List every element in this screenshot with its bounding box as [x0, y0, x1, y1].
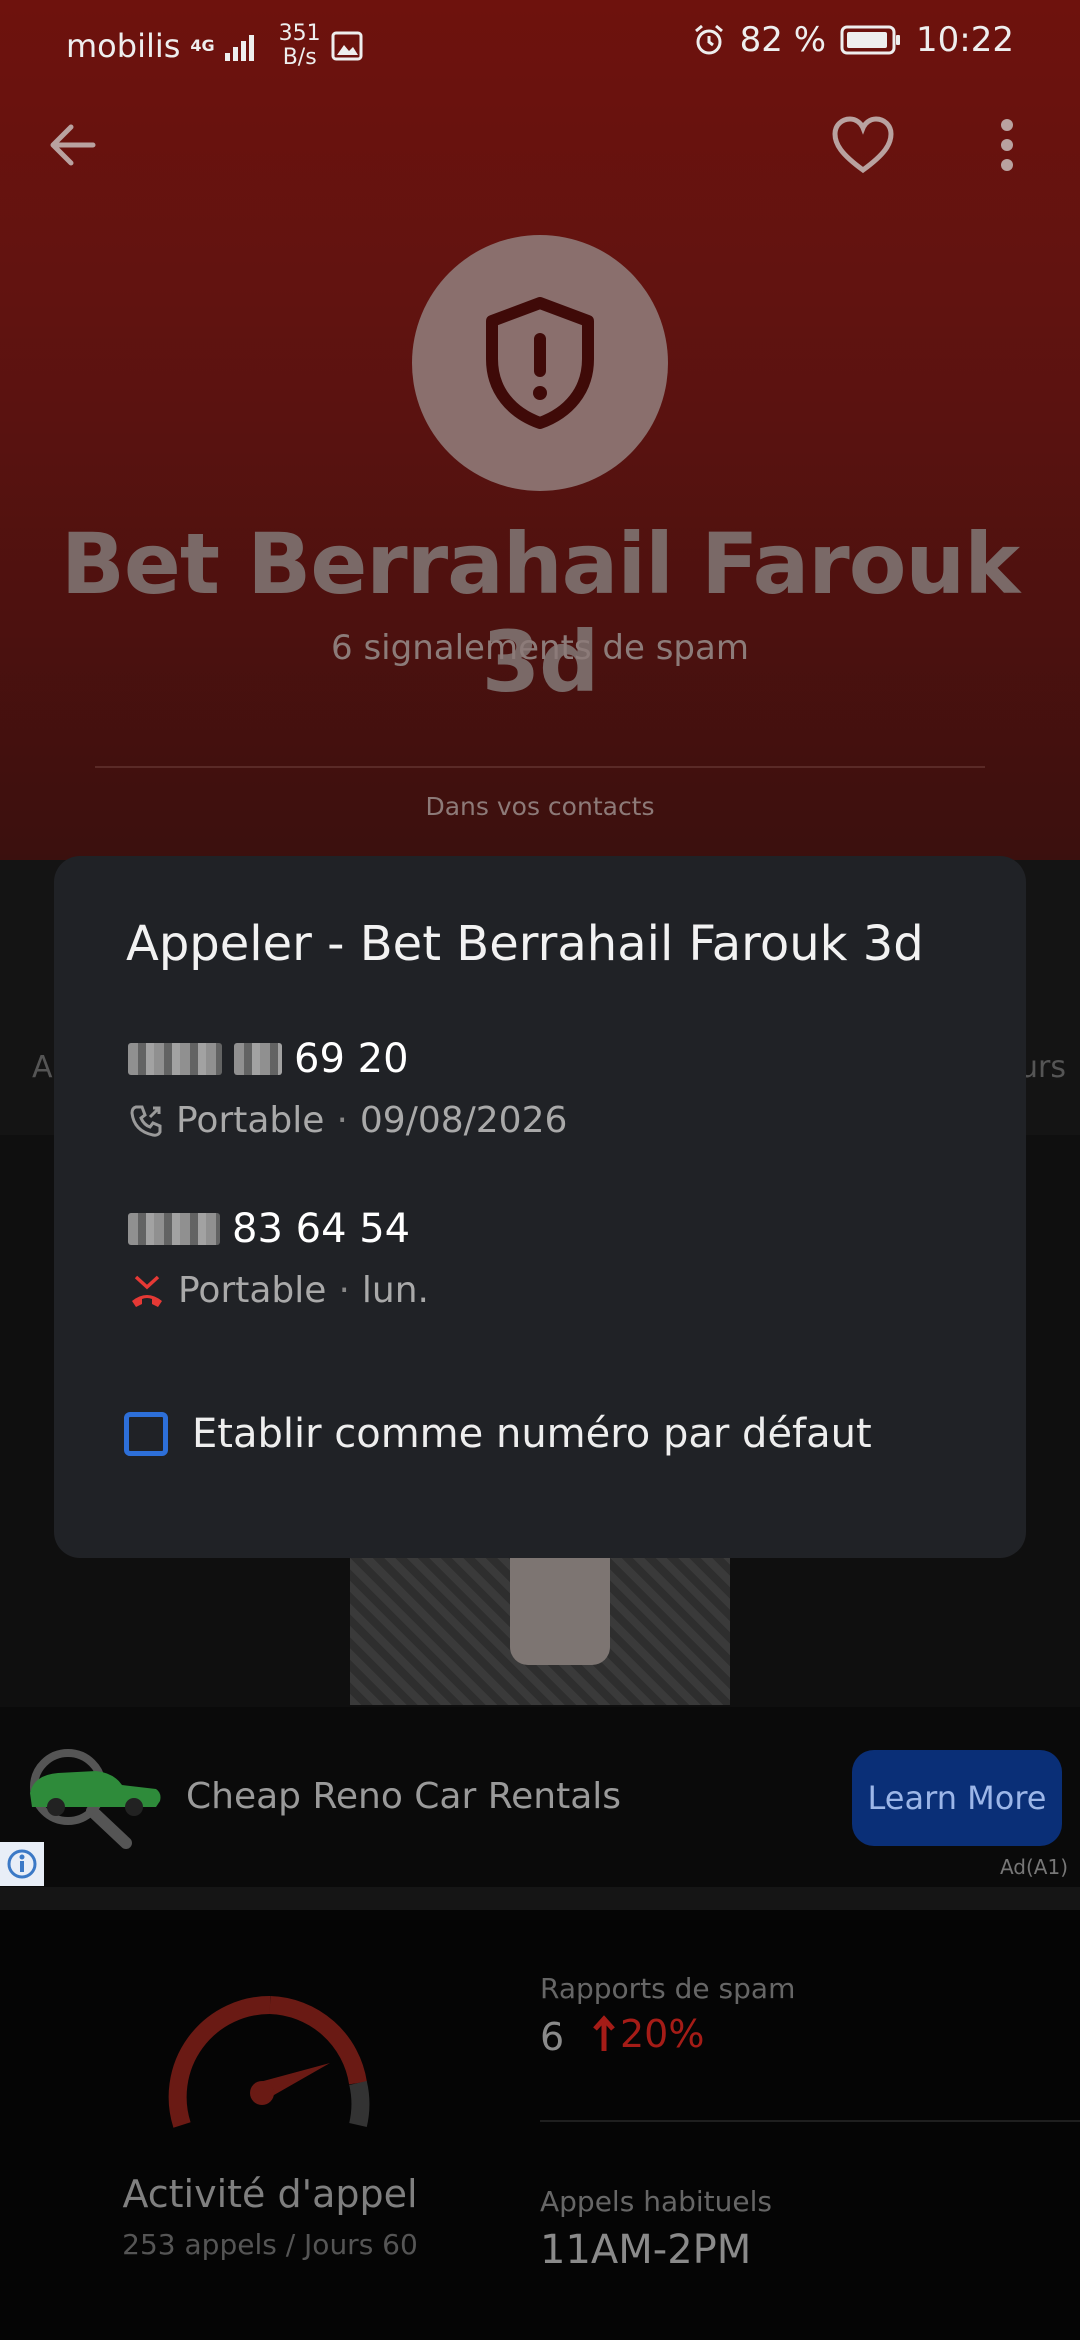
- heart-icon: [832, 116, 894, 174]
- battery-icon: [840, 25, 901, 55]
- phone-number: 83 64 54: [232, 1206, 411, 1252]
- call-activity-gauge-icon: [160, 1975, 380, 2175]
- action-label-left: A: [32, 1050, 53, 1085]
- clock: 10:22: [916, 20, 1014, 60]
- spam-avatar: [412, 235, 668, 491]
- spam-report-count: 6 signalements de spam: [331, 628, 749, 668]
- more-options-button[interactable]: [972, 110, 1042, 180]
- spam-trend: 20%: [592, 2012, 704, 2056]
- alarm-icon: [694, 24, 723, 55]
- net-speed: 351 B/s: [278, 21, 321, 70]
- usual-calls-label: Appels habituels: [540, 2185, 772, 2218]
- stats-divider: [540, 2120, 1080, 2122]
- contact-name: Bet Berrahail Farouk 3d: [60, 515, 1020, 711]
- last-call-date: lun.: [361, 1270, 429, 1311]
- ad-tag: Ad(A1): [999, 1855, 1068, 1879]
- redacted-digits: [128, 1043, 222, 1075]
- header-divider: [95, 766, 985, 768]
- call-activity-label: Activité d'appel: [122, 2172, 418, 2216]
- set-default-label: Etablir comme numéro par défaut: [192, 1411, 872, 1457]
- spam-trend-value: 20%: [620, 2012, 705, 2056]
- shield-alert-icon: [486, 297, 594, 429]
- favorite-button[interactable]: [828, 110, 898, 180]
- content-image: [350, 1555, 730, 1705]
- spam-reports-value: 6: [540, 2015, 565, 2059]
- learn-more-button[interactable]: Learn More: [852, 1750, 1062, 1846]
- phone-number: 69 20: [294, 1036, 409, 1082]
- set-default-option[interactable]: Etablir comme numéro par défaut: [124, 1411, 872, 1457]
- number-type: Portable: [176, 1100, 325, 1141]
- section-divider: [0, 1887, 1080, 1910]
- number-type: Portable: [178, 1270, 327, 1311]
- ad-info-icon[interactable]: [0, 1842, 44, 1886]
- action-label-right: urs: [1019, 1050, 1066, 1085]
- network-type: 4G: [190, 36, 215, 55]
- status-left: mobilis 4G 351 B/s: [66, 22, 363, 70]
- signal-icon: [224, 35, 254, 61]
- status-right: 82 % 10:22: [692, 20, 1014, 60]
- dialog-title: Appeler - Bet Berrahail Farouk 3d: [126, 916, 924, 972]
- last-call-date: 09/08/2026: [359, 1100, 568, 1141]
- gallery-notification-icon: [331, 31, 363, 61]
- ad-title[interactable]: Cheap Reno Car Rentals: [186, 1776, 621, 1817]
- number-option-1[interactable]: 69 20 Portable · 09/08/2026: [128, 1036, 567, 1141]
- more-vert-icon: [1001, 119, 1013, 171]
- set-default-checkbox[interactable]: [124, 1412, 168, 1456]
- in-contacts-note: Dans vos contacts: [425, 792, 655, 821]
- spam-reports-label: Rapports de spam: [540, 1972, 796, 2005]
- redacted-digits: [234, 1043, 282, 1075]
- arrow-up-icon: [593, 2015, 615, 2051]
- redacted-digits: [128, 1213, 220, 1245]
- call-missed-icon: [132, 1275, 162, 1307]
- status-bar: mobilis 4G 351 B/s 82 % 10:22: [0, 0, 1080, 80]
- call-number-dialog: Appeler - Bet Berrahail Farouk 3d 69 20 …: [54, 856, 1026, 1558]
- call-activity-subtitle: 253 appels / Jours 60: [122, 2228, 418, 2261]
- car-search-logo-icon: [18, 1745, 163, 1850]
- call-outgoing-icon: [130, 1105, 162, 1137]
- back-button[interactable]: [38, 110, 108, 180]
- battery-percent: 82 %: [739, 20, 827, 60]
- usual-calls-value: 11AM-2PM: [540, 2227, 752, 2273]
- carrier-name: mobilis: [66, 27, 181, 65]
- number-option-2[interactable]: 83 64 54 Portable · lun.: [128, 1206, 429, 1311]
- arrow-back-icon: [50, 124, 96, 166]
